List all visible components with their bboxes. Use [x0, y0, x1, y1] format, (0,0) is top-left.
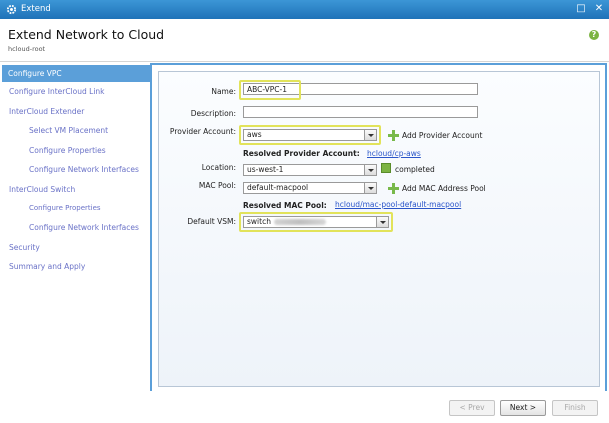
window-titlebar: Extend □ ✕ — [0, 0, 609, 19]
prev-button[interactable]: < Prev — [449, 400, 495, 416]
description-label: Description: — [190, 109, 236, 118]
provider-account-label: Provider Account: — [169, 127, 236, 136]
finish-button[interactable]: Finish — [552, 400, 598, 416]
add-mac-address-pool-link[interactable]: Add MAC Address Pool — [402, 184, 486, 193]
sidebar-item-select-vm-placement[interactable]: Select VM Placement — [29, 122, 108, 139]
sidebar-item-configure-intercloud-link[interactable]: Configure InterCloud Link — [9, 83, 105, 100]
minimize-button[interactable]: □ — [574, 2, 588, 16]
add-icon[interactable] — [388, 130, 399, 141]
resolved-mac-pool-label: Resolved MAC Pool: — [243, 201, 327, 210]
content-area: Name: ABC-VPC-1 Description: Provider Ac… — [150, 63, 607, 393]
add-icon[interactable] — [388, 183, 399, 194]
sidebar-item-intercloud-switch[interactable]: InterCloud Switch — [9, 181, 75, 198]
chevron-down-icon[interactable] — [364, 165, 376, 175]
sidebar-item-configure-vpc[interactable]: Configure VPC — [2, 65, 155, 82]
page-title: Extend Network to Cloud — [8, 27, 165, 42]
mac-pool-label: MAC Pool: — [198, 181, 236, 190]
sidebar-item-switch-properties[interactable]: Configure Properties — [29, 200, 101, 217]
dialog-header: Extend Network to Cloud hcloud-root ? — [0, 19, 609, 62]
resolved-provider-account-link[interactable]: hcloud/cp-aws — [367, 149, 421, 158]
chevron-down-icon[interactable] — [364, 183, 376, 193]
location-value: us-west-1 — [247, 165, 284, 174]
description-field[interactable] — [243, 106, 478, 118]
add-provider-account-link[interactable]: Add Provider Account — [402, 131, 482, 140]
name-label: Name: — [211, 87, 236, 96]
name-highlight — [239, 80, 301, 100]
mac-pool-value: default-macpool — [247, 183, 309, 192]
next-button[interactable]: Next > — [500, 400, 546, 416]
location-status: completed — [395, 165, 435, 174]
sidebar-item-extender-network-interfaces[interactable]: Configure Network Interfaces — [29, 161, 139, 178]
sidebar-item-intercloud-extender[interactable]: InterCloud Extender — [9, 103, 84, 120]
resolved-provider-account-label: Resolved Provider Account: — [243, 149, 360, 158]
provider-account-highlight — [239, 125, 381, 145]
status-ok-icon — [381, 163, 391, 173]
window-title: Extend — [21, 4, 51, 14]
form-panel: Name: ABC-VPC-1 Description: Provider Ac… — [158, 71, 600, 387]
resolved-mac-pool-link[interactable]: hcloud/mac-pool-default-macpool — [335, 200, 461, 209]
location-label: Location: — [201, 163, 236, 172]
help-icon[interactable]: ? — [589, 30, 599, 40]
default-vsm-highlight — [239, 212, 393, 232]
gear-icon — [6, 4, 17, 15]
wizard-sidebar: Configure VPC Configure InterCloud Link … — [0, 62, 155, 390]
sidebar-item-switch-network-interfaces[interactable]: Configure Network Interfaces — [29, 219, 139, 236]
sidebar-item-security[interactable]: Security — [9, 239, 40, 256]
sidebar-item-extender-properties[interactable]: Configure Properties — [29, 142, 106, 159]
breadcrumb: hcloud-root — [8, 45, 46, 53]
sidebar-item-summary-and-apply[interactable]: Summary and Apply — [9, 258, 85, 275]
close-button[interactable]: ✕ — [592, 2, 606, 16]
default-vsm-label: Default VSM: — [187, 217, 236, 226]
mac-pool-select[interactable]: default-macpool — [243, 182, 377, 194]
location-select[interactable]: us-west-1 — [243, 164, 377, 176]
dialog-footer: < Prev Next > Finish — [0, 391, 609, 423]
